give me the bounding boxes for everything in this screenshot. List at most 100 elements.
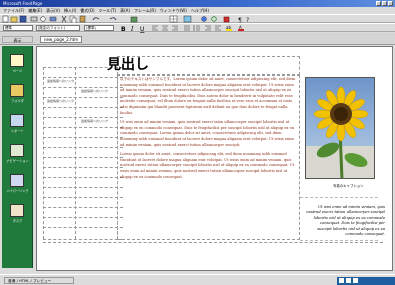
- grid-line: [43, 227, 123, 228]
- tab-normal[interactable]: 普通: [8, 279, 15, 283]
- hyperlink-icon[interactable]: [201, 16, 207, 22]
- views-item-label: ページ: [12, 69, 23, 73]
- bold-icon[interactable]: B: [121, 26, 126, 33]
- print-icon[interactable]: [30, 16, 38, 22]
- redo-icon[interactable]: [109, 17, 117, 21]
- menu-file[interactable]: ファイル(F): [3, 8, 24, 14]
- grid-line: [43, 107, 123, 108]
- menu-help[interactable]: ヘルプ(H): [191, 8, 209, 14]
- grid-line: [43, 77, 123, 78]
- views-item-reports[interactable]: レポート: [6, 114, 29, 134]
- stop-icon[interactable]: [223, 16, 230, 23]
- svg-text:B: B: [121, 26, 126, 33]
- tab-preview[interactable]: プレビュー: [33, 279, 51, 283]
- views-item-tasks[interactable]: タスク: [6, 204, 29, 224]
- bullets-icon[interactable]: [193, 25, 200, 31]
- copy-icon[interactable]: [69, 15, 77, 24]
- window-title: Microsoft FrontPage: [3, 1, 43, 6]
- save-icon[interactable]: [19, 15, 27, 23]
- maximize-button[interactable]: [382, 1, 387, 6]
- page-editor[interactable]: 追加情報へのリンク 追加情報へのリンク 追加情報へのリンク 追加情報へのリンク …: [36, 46, 393, 271]
- grid-line: [43, 217, 123, 218]
- views-item-folders[interactable]: フォルダ: [6, 84, 29, 104]
- tray-icon[interactable]: [353, 278, 358, 283]
- view-mode-tabs: 普通 / HTML / プレビュー: [4, 277, 74, 284]
- views-item-hyperlinks[interactable]: ハイパーリンク: [6, 174, 29, 194]
- highlight-icon[interactable]: ab: [226, 25, 232, 31]
- navigation-view-icon: [10, 144, 24, 157]
- link-label[interactable]: 追加情報へのリンク: [47, 99, 74, 103]
- menu-tools[interactable]: ツール(T): [99, 8, 117, 14]
- tab-html[interactable]: HTML: [19, 279, 29, 283]
- formatting-toolbar-icons: B I U ab A: [121, 25, 244, 33]
- grid-line: [43, 242, 383, 243]
- views-item-label: ハイパーリンク: [6, 189, 29, 193]
- italic-icon[interactable]: I: [130, 26, 134, 33]
- views-item-label: タスク: [12, 219, 23, 223]
- link-label[interactable]: 追加情報へのリンク: [47, 79, 74, 83]
- open-icon[interactable]: [10, 16, 18, 23]
- refresh-icon[interactable]: [211, 16, 217, 22]
- body-paragraph[interactable]: Ut wisi enim ad minim veniam, quis nostr…: [120, 120, 297, 148]
- grid-line: [43, 177, 123, 178]
- menu-format[interactable]: 書式(O): [80, 8, 94, 14]
- grid-line: [43, 187, 123, 188]
- body-text-cell[interactable]: 以下のテキストはサンプルです。Lorem ipsum dolor sit ame…: [117, 75, 300, 240]
- minimize-button[interactable]: [376, 1, 381, 6]
- align-center-icon[interactable]: [162, 25, 168, 31]
- paste-icon[interactable]: [79, 15, 86, 23]
- reports-view-icon: [10, 114, 24, 127]
- link-label[interactable]: 追加情報へのリンク: [81, 119, 108, 123]
- system-tray: [337, 277, 395, 285]
- table-icon[interactable]: [169, 15, 178, 23]
- document-tab[interactable]: new_page_2.htm: [40, 36, 83, 43]
- menu-bar: ファイル(F) 編集(E) 表示(V) 挿入(I) 書式(O) ツール(T) 表…: [0, 7, 395, 14]
- grid-line: [43, 67, 44, 239]
- component-icon[interactable]: [130, 16, 138, 23]
- outdent-icon[interactable]: [215, 25, 221, 31]
- numbering-icon[interactable]: [184, 25, 190, 31]
- photo-caption[interactable]: 写真のキャプション: [333, 183, 364, 188]
- page-heading[interactable]: 見出し: [107, 56, 149, 74]
- body-paragraph[interactable]: 以下のテキストはサンプルです。Lorem ipsum dolor sit ame…: [120, 77, 297, 116]
- menu-table[interactable]: 表(A): [120, 8, 130, 14]
- new-page-icon[interactable]: [2, 15, 9, 23]
- spelling-icon[interactable]: [49, 16, 57, 22]
- layout-grid: 追加情報へのリンク 追加情報へのリンク 追加情報へのリンク 追加情報へのリンク: [43, 67, 123, 240]
- grid-line: [43, 207, 123, 208]
- menu-view[interactable]: 表示(V): [46, 8, 60, 14]
- grid-line: [75, 67, 76, 239]
- sidebar-text[interactable]: Ut wisi enim ad minim veniam, quis nostr…: [305, 205, 385, 237]
- tray-icon[interactable]: [339, 278, 344, 283]
- menu-frames[interactable]: フレーム(R): [134, 8, 156, 14]
- sunflower-image[interactable]: [305, 77, 375, 179]
- align-right-icon[interactable]: [172, 25, 178, 31]
- picture-icon[interactable]: [183, 15, 192, 23]
- undo-icon[interactable]: [92, 17, 100, 21]
- svg-text:U: U: [140, 26, 144, 33]
- views-item-navigation[interactable]: ナビゲーション: [6, 144, 29, 164]
- grid-line: [43, 197, 123, 198]
- views-item-label: レポート: [11, 129, 24, 133]
- cut-icon[interactable]: [61, 15, 67, 23]
- hyperlinks-view-icon: [10, 174, 24, 187]
- body-paragraph[interactable]: Lorem ipsum dolor sit amet, consectetuer…: [120, 152, 297, 180]
- preview-icon[interactable]: [40, 16, 46, 22]
- page-view-icon: [10, 54, 24, 67]
- tasks-view-icon: [10, 204, 24, 217]
- menu-edit[interactable]: 編集(E): [28, 8, 42, 14]
- views-item-page[interactable]: ページ: [6, 54, 29, 74]
- tray-icon[interactable]: [346, 278, 351, 283]
- svg-text:I: I: [130, 26, 134, 33]
- standard-toolbar: ¶ ?: [0, 14, 395, 24]
- close-button[interactable]: [388, 1, 393, 6]
- menu-window[interactable]: ウィンドウ(W): [160, 8, 187, 14]
- indent-icon[interactable]: [205, 25, 211, 31]
- svg-text:ab: ab: [226, 25, 231, 30]
- font-color-icon[interactable]: A: [238, 25, 244, 31]
- menu-insert[interactable]: 挿入(I): [64, 8, 76, 14]
- underline-icon[interactable]: U: [140, 26, 144, 33]
- grid-line: [43, 147, 123, 148]
- link-label[interactable]: 追加情報へのリンク: [81, 89, 108, 93]
- align-left-icon[interactable]: [152, 25, 158, 31]
